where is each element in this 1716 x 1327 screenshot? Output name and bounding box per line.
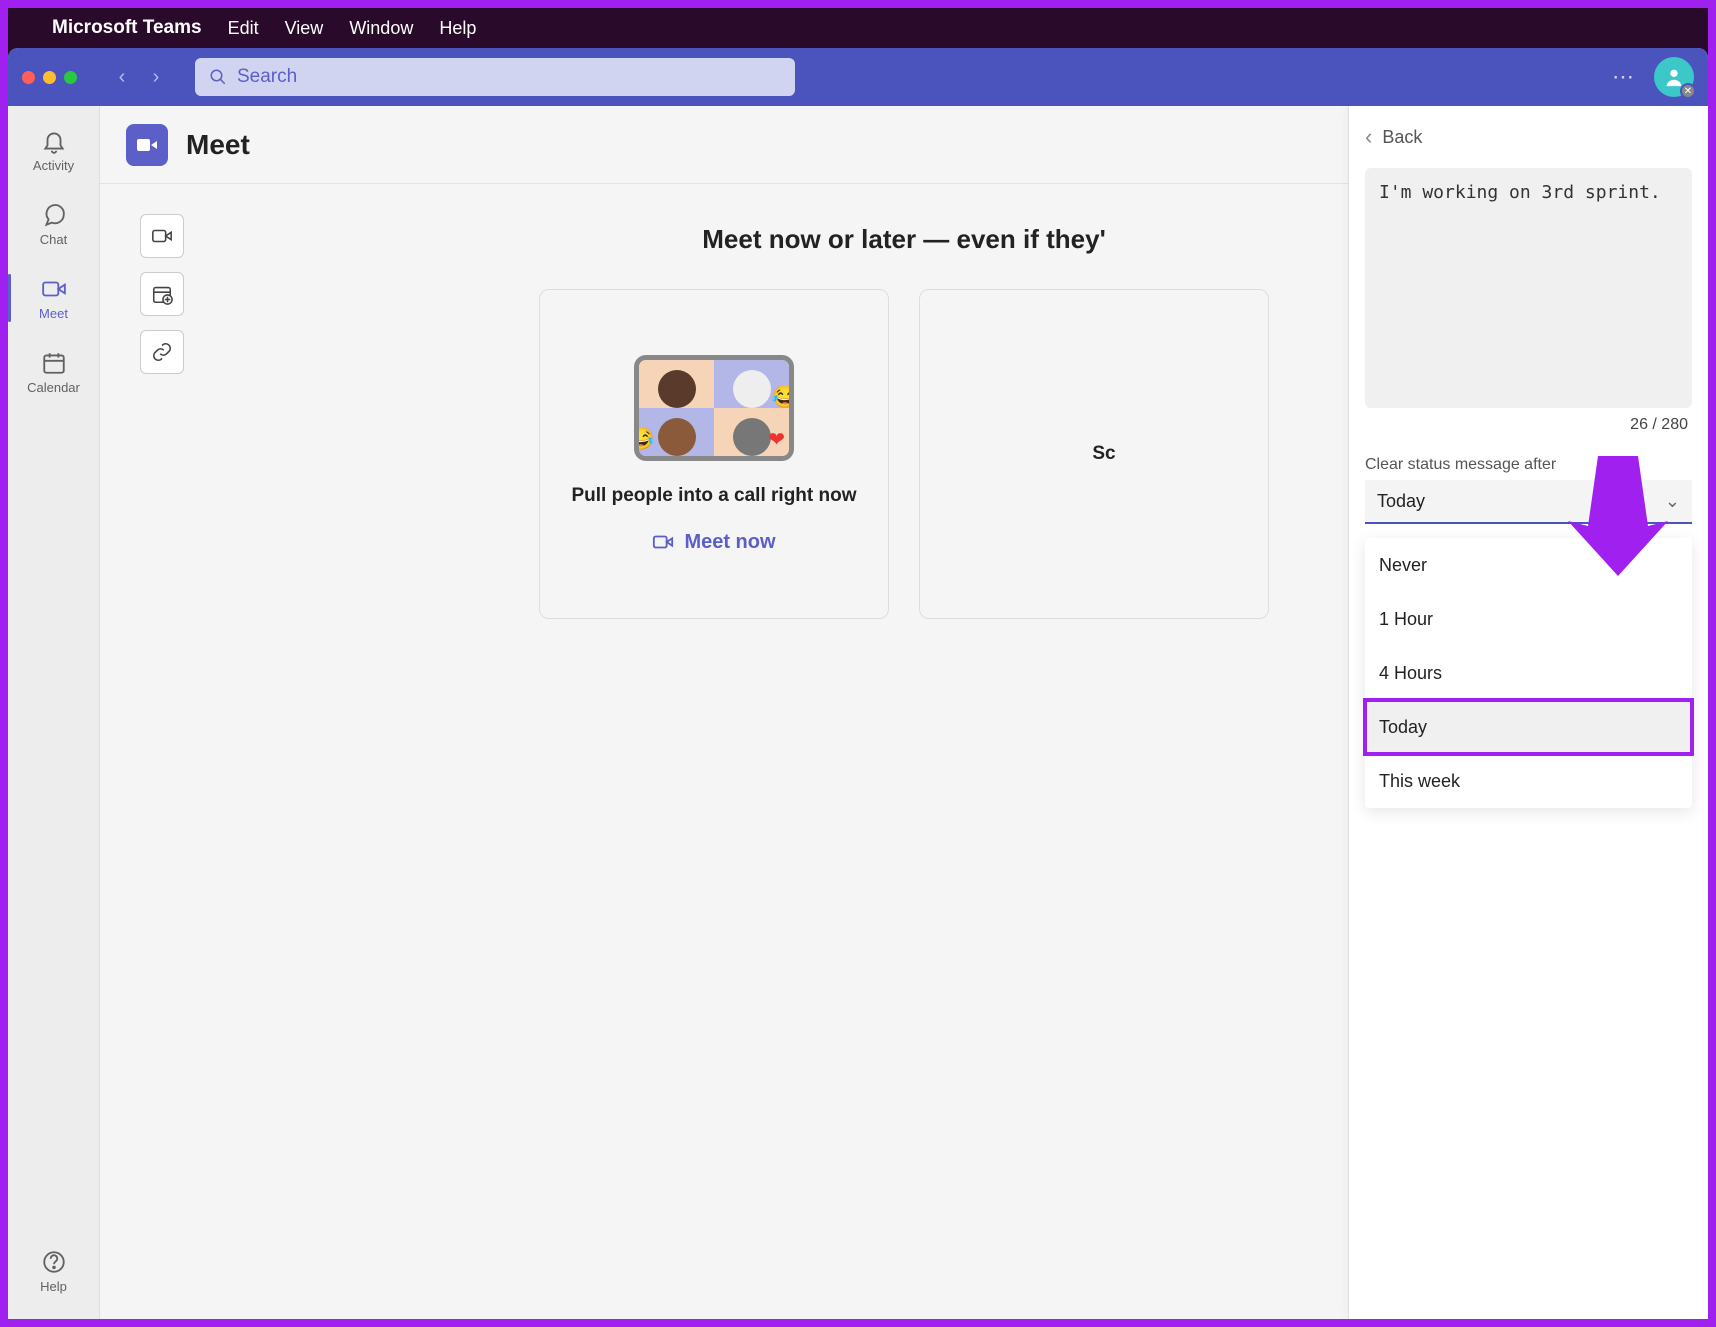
window-controls [22, 71, 77, 84]
bell-icon [41, 128, 67, 154]
rail-chat[interactable]: Chat [8, 190, 99, 258]
char-counter: 26 / 280 [1365, 416, 1688, 434]
meeting-illustration: 😂😂❤ [634, 355, 794, 461]
dropdown-option-today[interactable]: Today [1365, 700, 1692, 754]
menu-view[interactable]: View [285, 18, 324, 39]
meet-now-label: Meet now [684, 531, 775, 554]
rail-label: Meet [39, 306, 68, 321]
menu-window[interactable]: Window [349, 18, 413, 39]
card-caption: Sc [1092, 443, 1115, 465]
status-message-input[interactable] [1365, 168, 1692, 408]
dropdown-value: Today [1377, 491, 1425, 512]
rail-meet[interactable]: Meet [8, 264, 99, 332]
back-button[interactable]: ‹ Back [1365, 124, 1692, 150]
chat-icon [41, 202, 67, 228]
search-icon [209, 68, 227, 86]
profile-avatar[interactable]: ✕ [1654, 57, 1694, 97]
dropdown-option-4-hours[interactable]: 4 Hours [1365, 646, 1692, 700]
meet-now-button[interactable]: Meet now [652, 531, 775, 554]
meet-app-icon [126, 124, 168, 166]
rail-activity[interactable]: Activity [8, 116, 99, 184]
link-icon [151, 341, 173, 363]
chevron-left-icon: ‹ [1365, 124, 1372, 150]
quick-video-button[interactable] [140, 214, 184, 258]
app-rail: Activity Chat Meet Calendar Help [8, 106, 100, 1319]
video-icon [652, 531, 674, 553]
dropdown-list: Never 1 Hour 4 Hours Today This week [1365, 538, 1692, 808]
video-icon [41, 276, 67, 302]
rail-label: Chat [40, 232, 67, 247]
hero-heading: Meet now or later — even if they' [702, 224, 1106, 255]
calendar-icon [41, 350, 67, 376]
dropdown-option-this-week[interactable]: This week [1365, 754, 1692, 808]
rail-label: Help [40, 1279, 67, 1294]
schedule-card: Sc [919, 289, 1269, 619]
minimize-window-button[interactable] [43, 71, 56, 84]
global-search[interactable] [195, 58, 795, 96]
status-panel: ‹ Back 26 / 280 Clear status message aft… [1348, 106, 1708, 1319]
back-label: Back [1382, 127, 1422, 148]
help-icon [41, 1249, 67, 1275]
calendar-plus-icon [151, 283, 173, 305]
dropdown-option-1-hour[interactable]: 1 Hour [1365, 592, 1692, 646]
nav-back-button[interactable]: ‹ [107, 62, 137, 92]
presence-badge-icon: ✕ [1680, 83, 1696, 99]
page-title: Meet [186, 129, 250, 161]
titlebar: ‹ › ⋯ ✕ [8, 48, 1708, 106]
mac-menubar: Microsoft Teams Edit View Window Help [8, 8, 1708, 48]
chevron-down-icon: ⌄ [1665, 491, 1680, 512]
quick-link-button[interactable] [140, 330, 184, 374]
rail-help[interactable]: Help [8, 1237, 99, 1305]
clear-after-dropdown[interactable]: Today ⌄ [1365, 480, 1692, 524]
nav-forward-button[interactable]: › [141, 62, 171, 92]
menu-help[interactable]: Help [439, 18, 476, 39]
meet-now-card: 😂😂❤ Pull people into a call right now Me… [539, 289, 889, 619]
close-window-button[interactable] [22, 71, 35, 84]
main-area: Meet Meet now or later — even if they' [100, 106, 1708, 1319]
search-input[interactable] [237, 66, 781, 88]
app-window: ‹ › ⋯ ✕ Activity [8, 48, 1708, 1319]
dropdown-option-never[interactable]: Never [1365, 538, 1692, 592]
menu-edit[interactable]: Edit [228, 18, 259, 39]
rail-label: Activity [33, 158, 74, 173]
rail-label: Calendar [27, 380, 80, 395]
more-menu-button[interactable]: ⋯ [1612, 64, 1636, 90]
quick-schedule-button[interactable] [140, 272, 184, 316]
clear-after-label: Clear status message after [1365, 456, 1692, 474]
maximize-window-button[interactable] [64, 71, 77, 84]
app-name[interactable]: Microsoft Teams [52, 17, 202, 39]
card-caption: Pull people into a call right now [571, 485, 856, 507]
video-icon [151, 225, 173, 247]
rail-calendar[interactable]: Calendar [8, 338, 99, 406]
